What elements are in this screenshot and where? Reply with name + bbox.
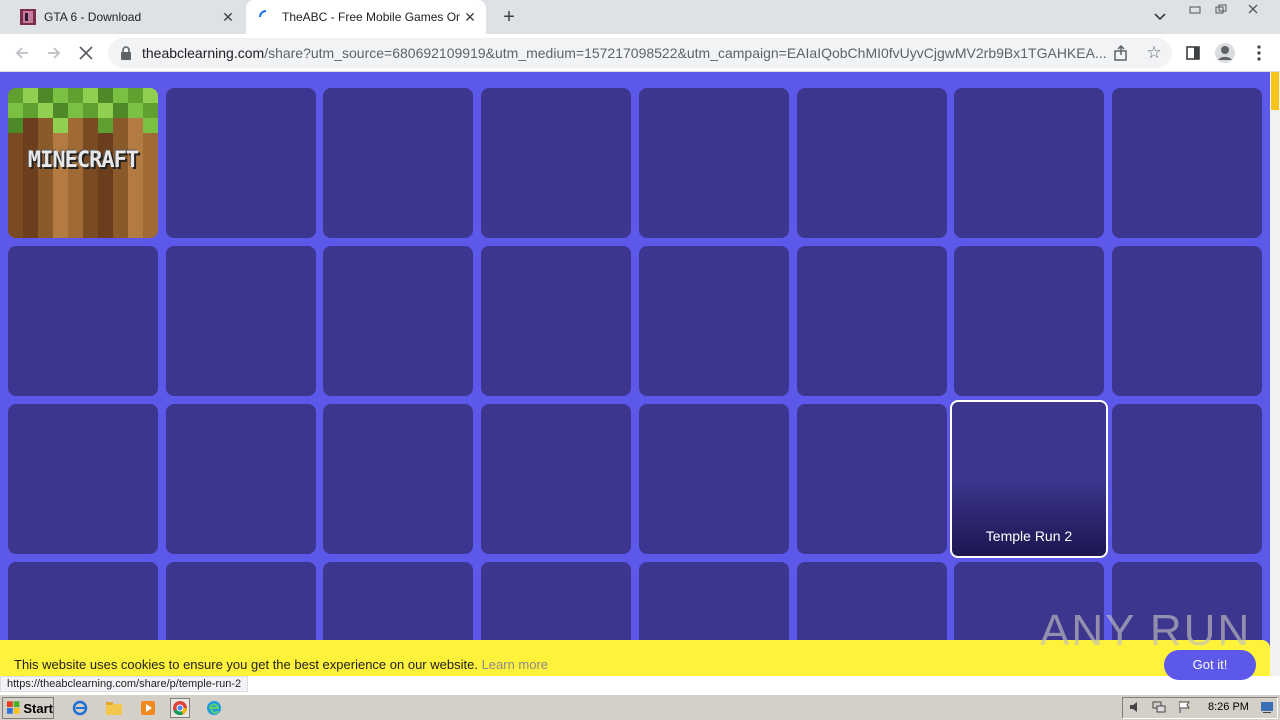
game-tile[interactable] xyxy=(323,404,473,554)
avatar-icon xyxy=(1215,43,1235,63)
scrollbar[interactable] xyxy=(1270,72,1280,676)
game-tile-minecraft[interactable]: MINECRAFT xyxy=(8,88,158,238)
address-bar[interactable]: theabclearning.com/share?utm_source=6806… xyxy=(108,38,1172,68)
anyrun-watermark: ANY RUN xyxy=(1040,606,1252,655)
browser-toolbar: theabclearning.com/share?utm_source=6806… xyxy=(0,34,1280,72)
start-button[interactable]: Start xyxy=(2,697,54,719)
menu-button[interactable] xyxy=(1248,42,1270,64)
status-url: https://theabclearning.com/share/p/templ… xyxy=(0,676,249,692)
loading-spinner-icon xyxy=(259,10,267,18)
taskbar: Start 8:26 PM xyxy=(0,694,1280,720)
stop-loading-button[interactable] xyxy=(73,40,99,66)
restore-icon xyxy=(1215,4,1227,14)
restore-button[interactable] xyxy=(1210,2,1232,16)
game-tile[interactable] xyxy=(797,88,947,238)
edge-icon[interactable] xyxy=(204,698,224,718)
back-arrow-icon xyxy=(15,47,28,59)
game-tile[interactable] xyxy=(8,246,158,396)
profile-button[interactable] xyxy=(1214,42,1236,64)
bookmark-star-icon[interactable]: ☆ xyxy=(1144,43,1164,63)
game-tile[interactable] xyxy=(166,404,316,554)
minimize-button[interactable] xyxy=(1184,2,1206,16)
game-tile[interactable] xyxy=(797,404,947,554)
ie-icon[interactable] xyxy=(70,698,90,718)
game-tile[interactable] xyxy=(166,88,316,238)
system-tray xyxy=(1122,697,1278,719)
side-panel-button[interactable] xyxy=(1182,42,1204,64)
clock: 8:26 PM xyxy=(1208,701,1249,713)
tab-theabc[interactable]: TheABC - Free Mobile Games Online ✕ xyxy=(246,0,486,34)
game-tile[interactable] xyxy=(1112,404,1262,554)
url-path: /share?utm_source=680692109919&utm_mediu… xyxy=(264,45,1107,61)
game-tile[interactable] xyxy=(481,246,631,396)
game-tile[interactable] xyxy=(797,246,947,396)
game-tile[interactable] xyxy=(481,88,631,238)
chrome-icon[interactable] xyxy=(170,698,190,718)
game-tile[interactable] xyxy=(954,88,1104,238)
close-window-button[interactable] xyxy=(1242,2,1264,16)
side-panel-icon xyxy=(1186,46,1200,60)
media-player-icon[interactable] xyxy=(138,698,158,718)
game-tile[interactable] xyxy=(166,246,316,396)
url-text[interactable]: theabclearning.com/share?utm_source=6806… xyxy=(142,45,1110,61)
game-title: Temple Run 2 xyxy=(985,528,1073,544)
share-icon[interactable] xyxy=(1112,44,1130,62)
game-tile[interactable] xyxy=(8,404,158,554)
game-tile[interactable] xyxy=(954,246,1104,396)
game-tile[interactable] xyxy=(323,88,473,238)
game-tile-temple-run-2[interactable]: Temple Run 2 xyxy=(950,400,1108,558)
chevron-down-icon xyxy=(1154,13,1166,21)
forward-arrow-icon xyxy=(48,47,61,59)
scrollbar-thumb[interactable] xyxy=(1271,72,1279,110)
start-label: Start xyxy=(23,700,53,716)
windows-logo-icon xyxy=(7,701,20,714)
game-tile[interactable] xyxy=(1112,88,1262,238)
close-icon[interactable]: ✕ xyxy=(460,7,480,27)
close-icon xyxy=(1248,4,1258,14)
url-host: theabclearning.com xyxy=(142,45,265,61)
minecraft-logo-text: MINECRAFT xyxy=(27,148,139,173)
folder-icon[interactable] xyxy=(104,698,124,718)
network-icon[interactable] xyxy=(1152,700,1166,714)
page-content: MINECRAFT Temple Run 2 xyxy=(0,72,1270,676)
tab-strip: GTA 6 - Download ✕ TheABC - Free Mobile … xyxy=(0,0,1280,34)
minimize-icon xyxy=(1189,6,1201,14)
new-tab-button[interactable]: + xyxy=(498,6,520,28)
back-button[interactable] xyxy=(9,40,35,66)
game-tile[interactable] xyxy=(323,246,473,396)
close-icon xyxy=(79,46,93,60)
cookie-message: This website uses cookies to ensure you … xyxy=(14,657,548,672)
volume-icon[interactable] xyxy=(1128,700,1142,714)
tab-gta6[interactable]: GTA 6 - Download ✕ xyxy=(8,0,244,34)
tab-title: GTA 6 - Download xyxy=(44,10,142,24)
game-tile[interactable] xyxy=(639,246,789,396)
learn-more-link[interactable]: Learn more xyxy=(482,657,548,672)
flag-icon[interactable] xyxy=(1178,700,1192,714)
game-tile[interactable] xyxy=(1112,246,1262,396)
game-tile[interactable] xyxy=(639,88,789,238)
game-cover-icon xyxy=(20,9,36,25)
game-tile[interactable] xyxy=(481,404,631,554)
kebab-menu-icon xyxy=(1257,45,1261,61)
lock-icon xyxy=(121,46,131,60)
close-icon[interactable]: ✕ xyxy=(218,7,238,27)
show-desktop-icon[interactable] xyxy=(1260,700,1274,714)
forward-button[interactable] xyxy=(41,40,67,66)
cookie-text: This website uses cookies to ensure you … xyxy=(14,657,478,672)
tab-search-button[interactable] xyxy=(1150,8,1170,26)
tab-title: TheABC - Free Mobile Games Online xyxy=(282,10,460,24)
game-tile[interactable] xyxy=(639,404,789,554)
